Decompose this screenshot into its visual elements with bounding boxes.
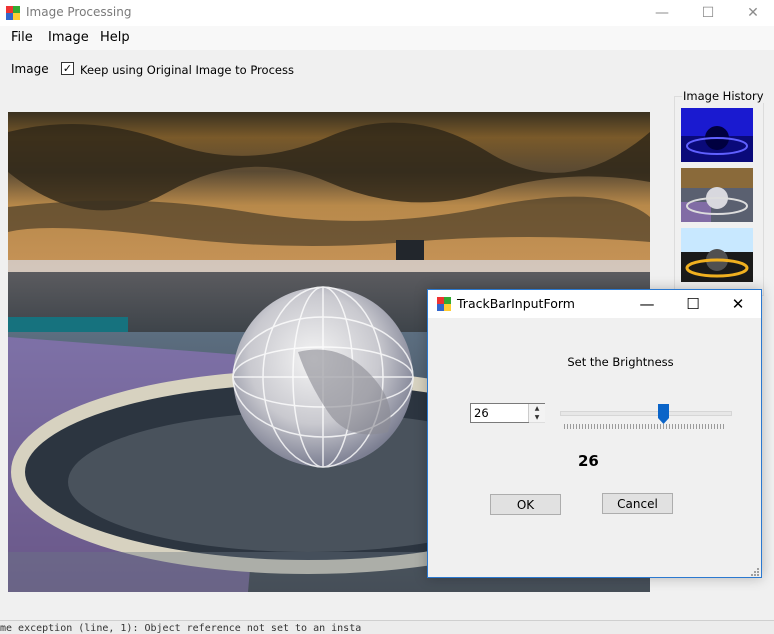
brightness-prompt: Set the Brightness bbox=[567, 355, 674, 369]
resize-grip-icon[interactable] bbox=[749, 565, 759, 576]
brightness-numeric-value[interactable]: 26 bbox=[474, 406, 489, 420]
brightness-slider-thumb[interactable] bbox=[657, 404, 669, 424]
trackbar-dialog: TrackBarInputForm — ☐ ✕ Set the Brightne… bbox=[427, 289, 762, 578]
menu-image[interactable]: Image bbox=[48, 30, 89, 45]
keep-original-label[interactable]: Keep using Original Image to Process bbox=[80, 63, 294, 77]
dialog-title: TrackBarInputForm bbox=[457, 296, 575, 311]
brightness-slider-track[interactable] bbox=[560, 411, 732, 416]
ok-button[interactable]: OK bbox=[490, 494, 561, 515]
close-button[interactable]: ✕ bbox=[730, 0, 774, 26]
minimize-button[interactable]: — bbox=[639, 0, 685, 26]
spin-buttons: ▲ ▼ bbox=[528, 404, 545, 423]
app-icon bbox=[5, 5, 21, 21]
brightness-value-display: 26 bbox=[578, 452, 599, 470]
dialog-close-button[interactable]: ✕ bbox=[715, 290, 761, 318]
window-title: Image Processing bbox=[26, 5, 132, 19]
image-label: Image bbox=[11, 62, 49, 76]
menu-file[interactable]: File bbox=[11, 30, 33, 45]
dialog-minimize-button[interactable]: — bbox=[624, 290, 670, 318]
spin-down-icon[interactable]: ▼ bbox=[529, 413, 545, 423]
cancel-button[interactable]: Cancel bbox=[602, 493, 673, 514]
history-thumbnail-1[interactable] bbox=[681, 108, 753, 162]
dialog-maximize-button[interactable]: ☐ bbox=[670, 290, 716, 318]
image-history-title: Image History bbox=[682, 89, 765, 103]
menu-help[interactable]: Help bbox=[100, 30, 130, 45]
slider-tick-marks bbox=[564, 424, 726, 429]
output-line: me exception (line, 1): Object reference… bbox=[0, 620, 774, 634]
maximize-button[interactable]: ☐ bbox=[685, 0, 731, 26]
history-thumbnail-2[interactable] bbox=[681, 168, 753, 222]
dialog-app-icon bbox=[437, 297, 451, 311]
keep-original-checkbox[interactable]: ✓ bbox=[61, 62, 74, 75]
history-thumbnail-3[interactable] bbox=[681, 228, 753, 282]
